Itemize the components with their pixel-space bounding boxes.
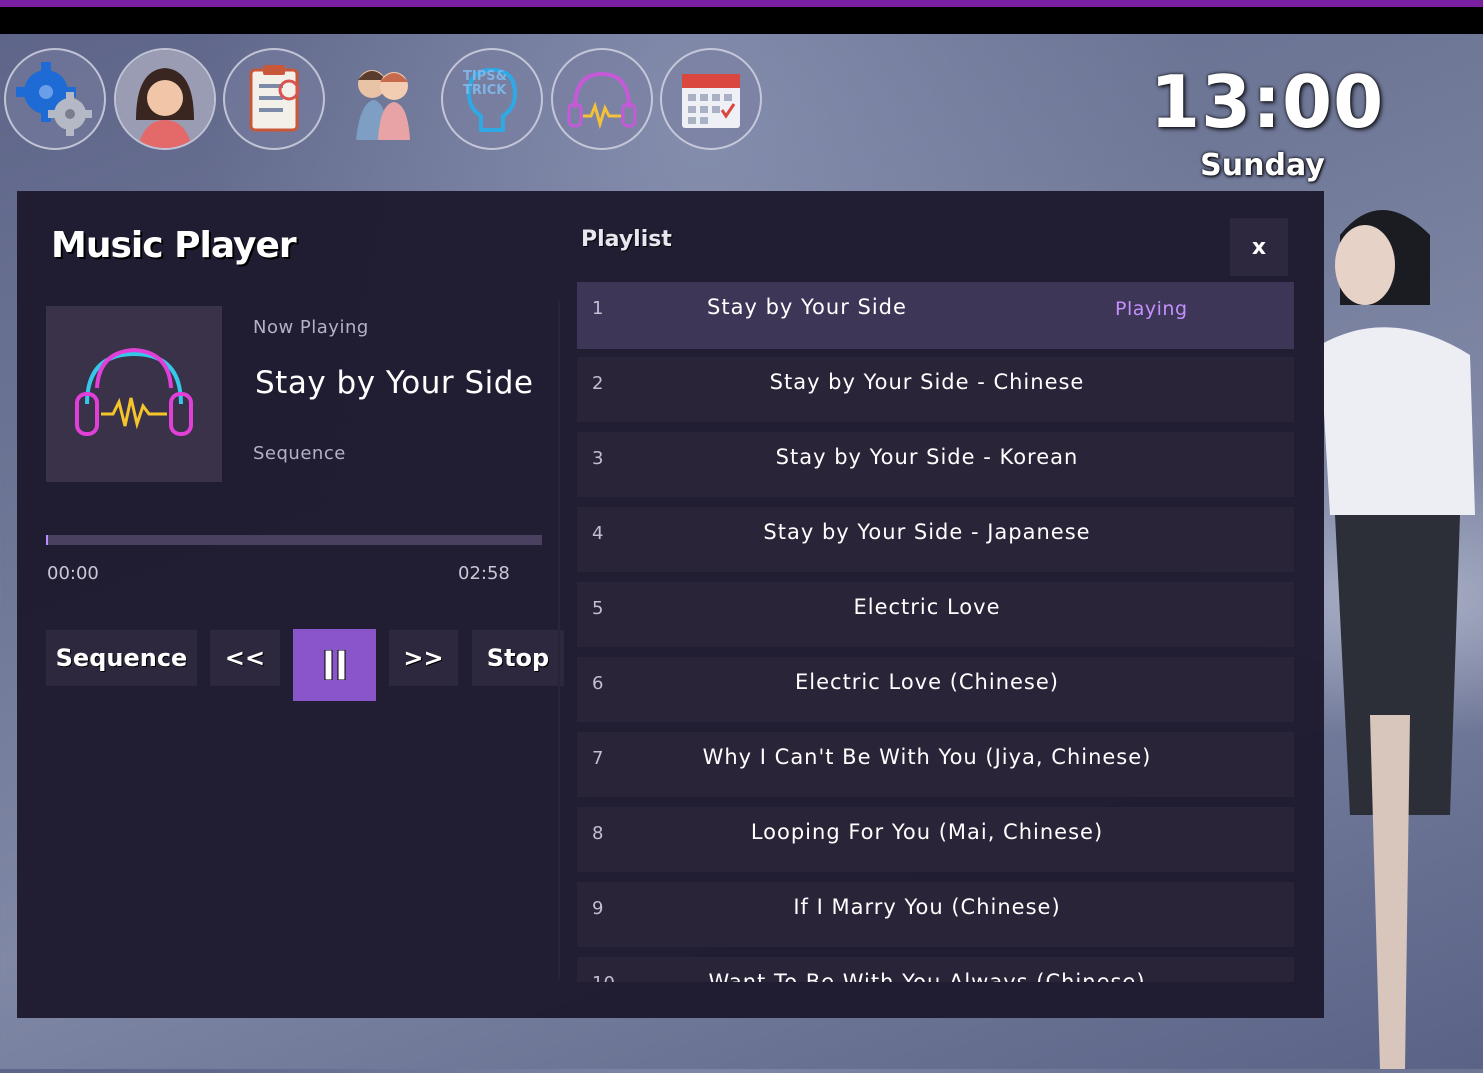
svg-text:TRICK: TRICK [463,83,507,98]
next-button[interactable]: >> [389,630,458,686]
playlist-row[interactable]: 9 If I Marry You (Chinese) [577,882,1294,947]
clock-time: 13:00 [1150,60,1385,144]
progress-knob[interactable] [46,535,48,545]
previous-button[interactable]: << [210,630,280,686]
track-name: Stay by Your Side - Japanese [763,520,1091,544]
music-player-window: Music Player Now Playing Stay by Your Si… [17,191,1324,1018]
album-art [46,306,222,482]
playlist-row[interactable]: 10 Want To Be With You Always (Chinese) [577,957,1294,982]
total-time: 02:58 [458,563,510,584]
playlist-row[interactable]: 8 Looping For You (Mai, Chinese) [577,807,1294,872]
girl-avatar-icon[interactable] [114,48,216,150]
track-number: 1 [592,298,604,319]
background-character [1310,195,1483,1069]
playlist: 1 Stay by Your Side Playing 2 Stay by Your S… [577,282,1294,982]
top-bar-accent [0,0,1483,7]
now-playing-label: Now Playing [253,317,369,338]
track-number: 8 [592,823,604,844]
track-name: Stay by Your Side [707,295,907,319]
close-button[interactable]: x [1230,218,1288,276]
playlist-row[interactable]: 6 Electric Love (Chinese) [577,657,1294,722]
current-time: 00:00 [47,563,99,584]
play-mode-button[interactable]: Sequence [46,630,197,686]
pause-icon [324,650,345,680]
calendar-icon[interactable] [660,48,762,150]
track-number: 3 [592,448,604,469]
panel-divider [558,301,560,979]
player-title: Music Player [51,225,297,266]
track-number: 6 [592,673,604,694]
track-name: Electric Love (Chinese) [795,670,1059,694]
clipboard-task-icon[interactable] [223,48,325,150]
music-headphones-icon[interactable] [551,48,653,150]
track-number: 5 [592,598,604,619]
playlist-row[interactable]: 4 Stay by Your Side - Japanese [577,507,1294,572]
track-name: Why I Can't Be With You (Jiya, Chinese) [702,745,1152,769]
track-number: 2 [592,373,604,394]
track-number: 4 [592,523,604,544]
playlist-row[interactable]: 7 Why I Can't Be With You (Jiya, Chinese) [577,732,1294,797]
track-name: Looping For You (Mai, Chinese) [750,820,1104,844]
track-name: Want To Be With You Always (Chinese) [708,970,1146,982]
clock-day: Sunday [1200,148,1325,183]
tips-tricks-icon[interactable]: TIPS& TRICK [441,48,543,150]
stop-button[interactable]: Stop [472,630,564,686]
playing-status: Playing [1115,298,1188,320]
play-mode-label: Sequence [253,443,346,464]
playlist-title: Playlist [581,227,672,252]
top-bar [0,0,1483,34]
playlist-row[interactable]: 2 Stay by Your Side - Chinese [577,357,1294,422]
now-playing-title: Stay by Your Side [255,365,534,401]
settings-gear-icon[interactable] [4,48,106,150]
track-name: Electric Love [853,595,1001,619]
track-name: If I Marry You (Chinese) [793,895,1061,919]
pause-button[interactable] [293,629,376,701]
playlist-row[interactable]: 5 Electric Love [577,582,1294,647]
track-number: 9 [592,898,604,919]
couple-hug-icon[interactable] [332,48,434,150]
progress-bar[interactable] [46,535,542,545]
playlist-row[interactable]: 3 Stay by Your Side - Korean [577,432,1294,497]
playlist-row[interactable]: 1 Stay by Your Side Playing [577,282,1294,349]
track-name: Stay by Your Side - Chinese [769,370,1085,394]
track-name: Stay by Your Side - Korean [775,445,1079,469]
headphones-art-icon [75,347,193,436]
track-number: 7 [592,748,604,769]
svg-text:TIPS&: TIPS& [463,69,507,84]
track-number: 10 [592,973,615,982]
